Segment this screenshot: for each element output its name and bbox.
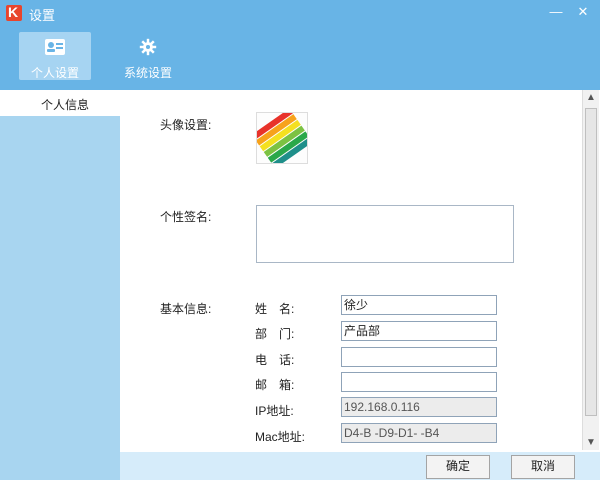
department-field[interactable]: 产品部 [341,321,497,341]
settings-content: 头像设置: 个性签名: 基本信息: 姓 名: 徐少 部 门: 产品部 电 话: [120,90,580,452]
mac-field: D4-B -D9-D1- -B4 [341,423,497,443]
contact-card-icon [45,39,65,55]
email-field[interactable] [341,372,497,392]
avatar[interactable] [256,112,308,164]
app-logo-icon: K [6,4,22,21]
name-label: 姓 名: [255,302,295,316]
tab-personal-settings[interactable]: 个人设置 [19,32,91,80]
ok-button[interactable]: 确定 [426,455,490,479]
sidebar-item-personal-info[interactable]: 个人信息 [0,90,120,116]
name-field[interactable]: 徐少 [341,295,497,315]
bottom-bar: 确定 取消 [120,452,600,480]
signature-label: 个性签名: [160,210,212,224]
cancel-button[interactable]: 取消 [511,455,575,479]
department-label: 部 门: [255,327,295,341]
mac-label: Mac地址: [255,430,306,444]
toolbar: 个人设置 系统设置 [0,26,600,90]
tab-system-settings[interactable]: 系统设置 [112,32,184,80]
scrollbar-thumb[interactable] [585,108,597,416]
basic-info-label: 基本信息: [160,302,212,316]
avatar-setting-label: 头像设置: [160,118,212,132]
signature-textarea[interactable] [256,205,514,263]
title-bar[interactable]: K 设置 — ✕ [0,0,600,26]
ip-label: IP地址: [255,404,294,418]
minimize-button[interactable]: — [545,3,567,21]
scroll-down-icon[interactable]: ▼ [586,437,596,448]
avatar-image [257,113,307,163]
scroll-up-icon[interactable]: ▲ [586,92,596,103]
gear-icon [139,38,157,56]
close-button[interactable]: ✕ [572,3,594,21]
sidebar-item-label: 个人信息 [41,98,90,112]
sidebar: 个人信息 [0,90,120,480]
phone-field[interactable] [341,347,497,367]
tab-label: 系统设置 [123,66,172,80]
tab-label: 个人设置 [30,66,79,80]
window-title: 设置 [29,8,56,23]
ip-field: 192.168.0.116 [341,397,497,417]
phone-label: 电 话: [255,353,295,367]
settings-window: K 设置 — ✕ 个人设置 系统设置 个人信息 头像设置: 个性签名: 基本信息… [0,0,600,480]
vertical-scrollbar[interactable]: ▲ ▼ [582,90,599,450]
email-label: 邮 箱: [255,378,295,392]
